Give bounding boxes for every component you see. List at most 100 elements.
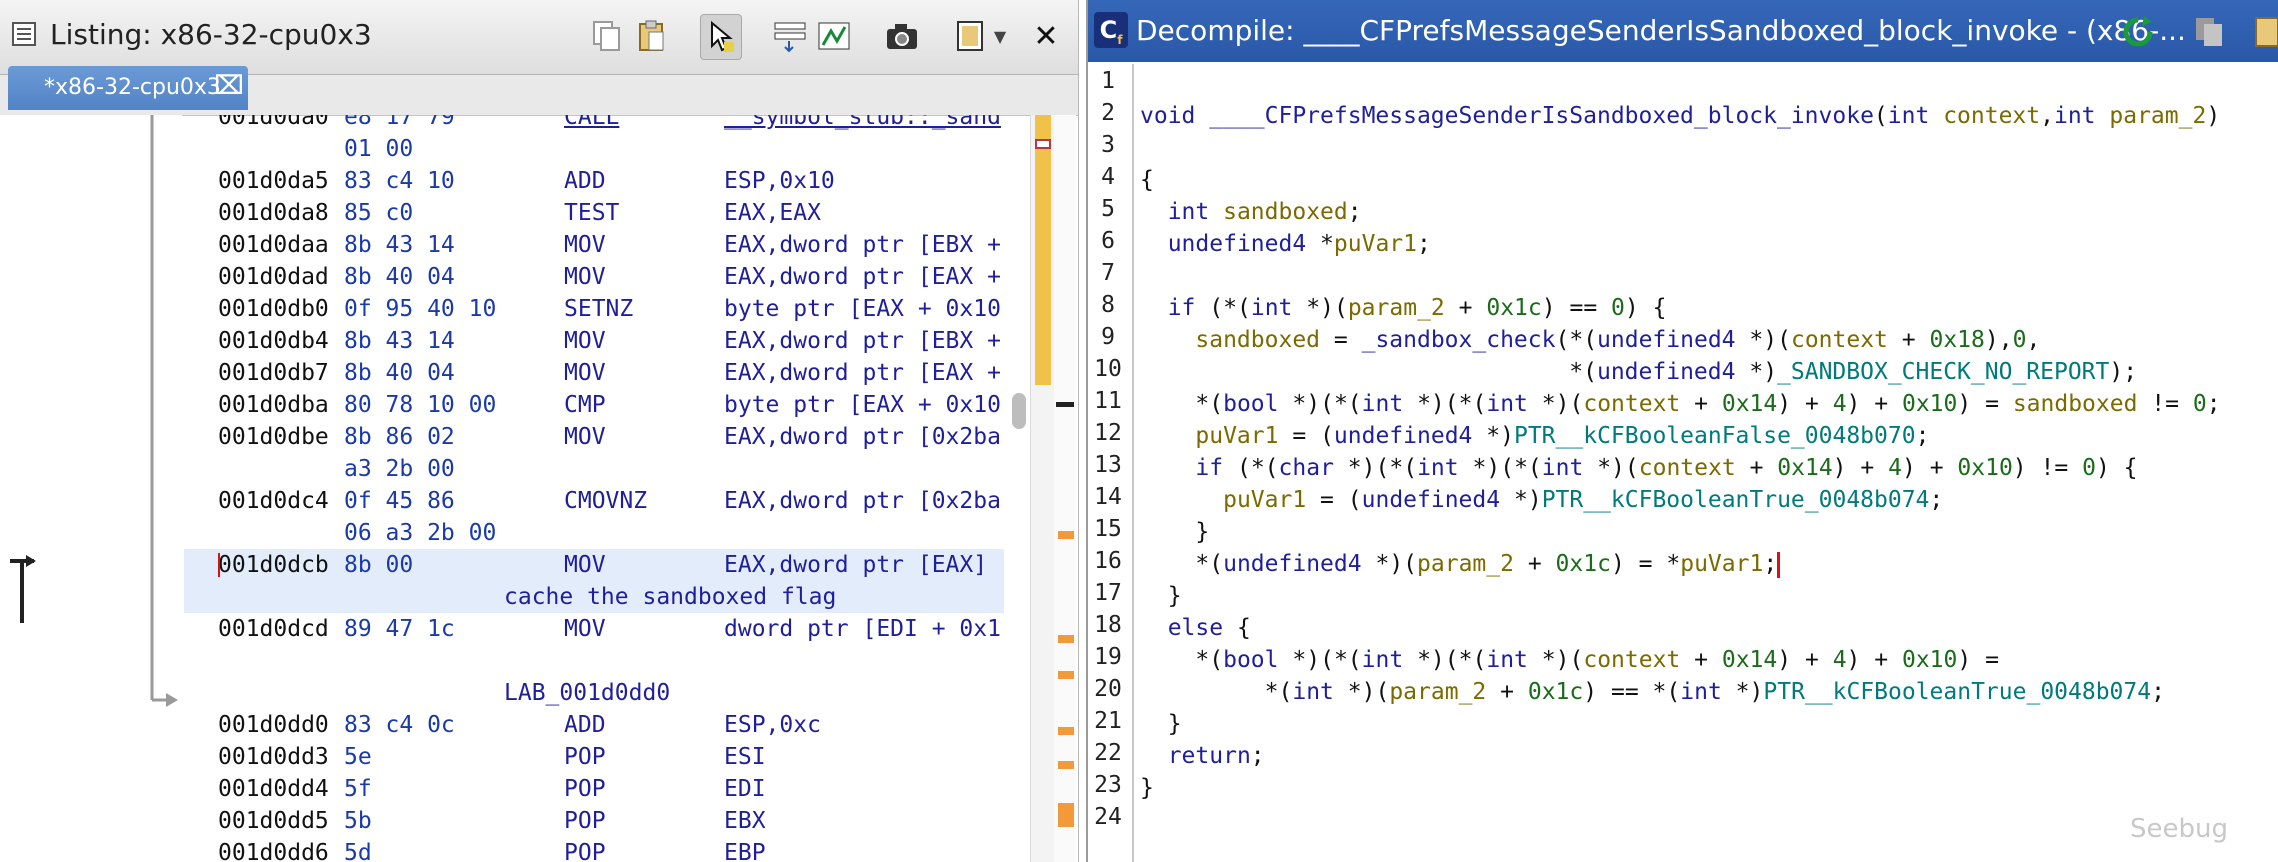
listing-row[interactable]: 001d0dd0 83 c4 0c ADD ESP,0xc [184, 709, 1004, 741]
decompile-line[interactable]: return; [1140, 740, 1265, 772]
field-navigate-icon[interactable] [770, 14, 810, 58]
address: 001d0daa [218, 232, 329, 258]
listing-row[interactable]: 001d0db4 8b 43 14 MOV EAX,dword ptr [EBX + [184, 325, 1004, 357]
listing-row[interactable]: 06 a3 2b 00 [184, 517, 1004, 549]
listing-scroll-thumb[interactable] [1012, 393, 1026, 429]
operands: EBP [724, 840, 766, 862]
listing-row[interactable]: a3 2b 00 [184, 453, 1004, 485]
address: 001d0dcd [218, 616, 329, 642]
line-number: 13 [1094, 452, 1122, 478]
label-text: LAB_001d0dd0 [504, 680, 671, 706]
listing-code[interactable]: 001d0da0 e8 17 79 CALL __symbol_stub::_sand… [184, 115, 1004, 862]
operands: byte ptr [EAX + 0x10 [724, 296, 1001, 322]
decompile-line[interactable]: *(undefined4 *)_SANDBOX_CHECK_NO_REPORT)… [1140, 356, 2137, 388]
decompile-line[interactable]: puVar1 = (undefined4 *)PTR__kCFBooleanTr… [1140, 484, 1943, 516]
snapshot-camera-icon[interactable] [882, 14, 922, 58]
operands: EAX,dword ptr [EBX + [724, 328, 1001, 354]
decompile-line[interactable]: *(bool *)(*(int *)(*(int *)(context + 0x… [1140, 644, 1999, 676]
listing-label-row[interactable]: LAB_001d0dd0 [184, 677, 1004, 709]
paste-icon[interactable] [632, 14, 672, 58]
line-number: 7 [1101, 260, 1115, 286]
tab-x86-32-cpu0x3[interactable]: *x86-32-cpu0x3 ⌧ [8, 66, 248, 110]
listing-row[interactable]: 001d0daa 8b 43 14 MOV EAX,dword ptr [EBX + [184, 229, 1004, 261]
listing-row[interactable]: 001d0dc4 0f 45 86 CMOVNZ EAX,dword ptr [0x2… [184, 485, 1004, 517]
listing-row[interactable]: 001d0dd3 5e POP ESI [184, 741, 1004, 773]
decompile-line[interactable]: if (*(char *)(*(int *)(*(int *)(context … [1140, 452, 2137, 484]
address: 001d0dc4 [218, 488, 329, 514]
flow-arrows [10, 115, 187, 862]
export-icon[interactable] [2254, 14, 2278, 50]
mnemonic: CMOVNZ [564, 488, 648, 514]
cursor-marker [1056, 402, 1074, 407]
decompile-line[interactable]: sandboxed = _sandbox_check(*(undefined4 … [1140, 324, 2040, 356]
listing-row[interactable]: 001d0da8 85 c0 TEST EAX,EAX [184, 197, 1004, 229]
line-number: 15 [1094, 516, 1122, 542]
listing-row[interactable]: 001d0dd4 5f POP EDI [184, 773, 1004, 805]
listing-row[interactable]: 001d0db0 0f 95 40 10 SETNZ byte ptr [EAX + … [184, 293, 1004, 325]
operands: EBX [724, 808, 766, 834]
instruction-bytes: 8b 86 02 [344, 424, 455, 450]
listing-row[interactable]: 001d0db7 8b 40 04 MOV EAX,dword ptr [EAX + [184, 357, 1004, 389]
listing-row[interactable]: 001d0dbe 8b 86 02 MOV EAX,dword ptr [0x2ba [184, 421, 1004, 453]
operands: ESI [724, 744, 766, 770]
copy-icon[interactable] [2194, 16, 2226, 48]
listing-row[interactable]: 001d0da0 e8 17 79 CALL __symbol_stub::_sand [184, 115, 1004, 133]
instruction-bytes: 89 47 1c [344, 616, 455, 642]
bookmark-marker [1058, 531, 1074, 539]
decompile-line[interactable]: } [1140, 580, 1182, 612]
copy-icon[interactable] [586, 14, 626, 58]
listing-row[interactable]: 01 00 [184, 133, 1004, 165]
decompile-line[interactable]: *(undefined4 *)(param_2 + 0x1c) = *puVar… [1140, 548, 1781, 580]
flow-arrows-icon[interactable] [814, 14, 854, 58]
operands: EAX,dword ptr [EBX + [724, 232, 1001, 258]
decompile-line[interactable]: void ____CFPrefsMessageSenderIsSandboxed… [1140, 100, 2220, 132]
operands: EAX,dword ptr [EAX + [724, 360, 1001, 386]
instruction-bytes: 01 00 [344, 136, 414, 162]
layout-options-icon[interactable] [950, 14, 990, 58]
decompile-code[interactable]: void ____CFPrefsMessageSenderIsSandboxed… [1140, 64, 2278, 862]
listing-comment-row[interactable]: cache the sandboxed flag [184, 581, 1004, 613]
listing-row[interactable] [184, 645, 1004, 677]
decompile-line[interactable]: } [1140, 772, 1154, 804]
watermark: Seebug [2130, 814, 2228, 844]
decompile-line[interactable]: } [1140, 516, 1209, 548]
mnemonic: MOV [564, 424, 606, 450]
operands: byte ptr [EAX + 0x10 [724, 392, 1001, 418]
listing-row[interactable]: 001d0dd5 5b POP EBX [184, 805, 1004, 837]
listing-row[interactable]: 001d0da5 83 c4 10 ADD ESP,0x10 [184, 165, 1004, 197]
decompile-line[interactable]: if (*(int *)(param_2 + 0x1c) == 0) { [1140, 292, 1667, 324]
tab-close-icon[interactable]: ⌧ [214, 71, 244, 101]
listing-row[interactable]: 001d0dcd 89 47 1c MOV dword ptr [EDI + 0x1 [184, 613, 1004, 645]
listing-scrollbar[interactable] [1030, 115, 1055, 862]
instruction-bytes: 5d [344, 840, 372, 862]
decompile-line[interactable]: int sandboxed; [1140, 196, 1362, 228]
listing-title: Listing: x86-32-cpu0x3 [50, 18, 372, 51]
line-number: 24 [1094, 804, 1122, 830]
instruction-bytes: 83 c4 10 [344, 168, 455, 194]
decompile-line[interactable]: *(int *)(param_2 + 0x1c) == *(int *)PTR_… [1140, 676, 2165, 708]
mnemonic: CALL [564, 115, 620, 130]
refresh-icon[interactable] [2120, 14, 2156, 50]
line-number: 14 [1094, 484, 1122, 510]
decompile-line[interactable]: } [1140, 708, 1182, 740]
listing-row[interactable]: 001d0dd6 5d POP EBP [184, 837, 1004, 862]
decompile-line[interactable]: *(bool *)(*(int *)(*(int *)(context + 0x… [1140, 388, 2220, 420]
decompile-line[interactable]: undefined4 *puVar1; [1140, 228, 1431, 260]
chevron-down-icon[interactable]: ▼ [988, 14, 1012, 58]
line-number: 17 [1094, 580, 1122, 606]
listing-row[interactable]: 001d0dba 80 78 10 00 CMP byte ptr [EAX + 0x… [184, 389, 1004, 421]
mnemonic: MOV [564, 552, 606, 578]
mnemonic: ADD [564, 168, 606, 194]
cursor-select-icon[interactable] [700, 14, 742, 60]
mnemonic: MOV [564, 360, 606, 386]
instruction-bytes: a3 2b 00 [344, 456, 455, 482]
decompile-line[interactable]: puVar1 = (undefined4 *)PTR__kCFBooleanFa… [1140, 420, 1929, 452]
line-number: 16 [1094, 548, 1122, 574]
instruction-bytes: 8b 00 [344, 552, 414, 578]
listing-row[interactable]: 001d0dad 8b 40 04 MOV EAX,dword ptr [EAX + [184, 261, 1004, 293]
line-number: 3 [1101, 132, 1115, 158]
decompile-line[interactable]: { [1140, 164, 1154, 196]
listing-row[interactable]: 001d0dcb 8b 00 MOV EAX,dword ptr [EAX] [184, 549, 1004, 581]
close-icon[interactable]: ✕ [1026, 14, 1066, 58]
decompile-line[interactable]: else { [1140, 612, 1251, 644]
